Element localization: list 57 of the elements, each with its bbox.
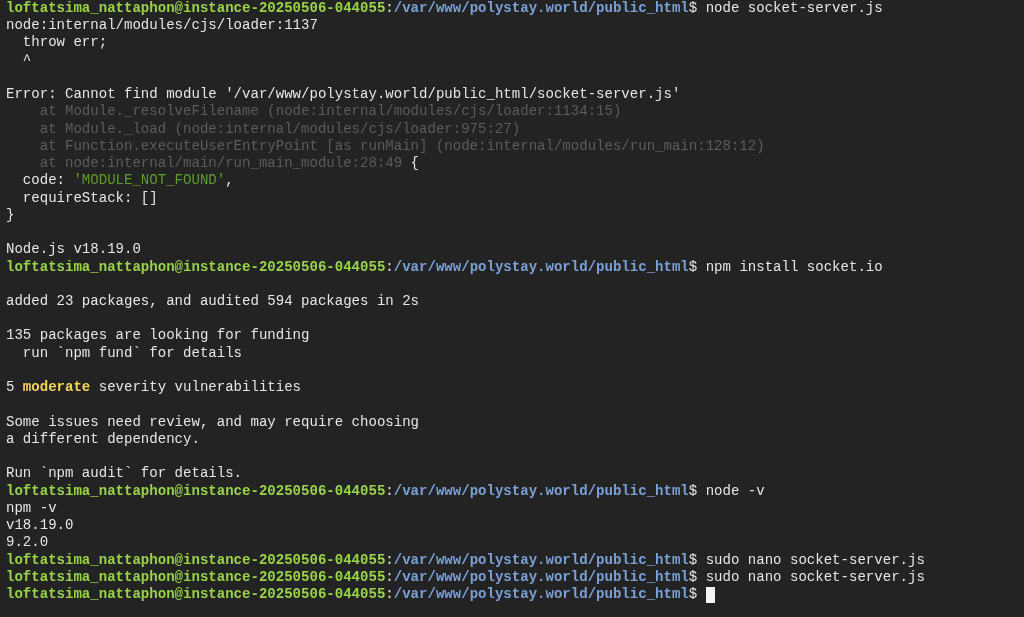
prompt-separator: :: [385, 258, 394, 276]
output-text: v18.19.0: [6, 517, 74, 535]
prompt-symbol: $: [688, 568, 698, 586]
output-text: run `npm fund` for details: [21, 344, 243, 362]
prompt-user: loftatsima_nattaphon@instance-20250506-044055: [6, 258, 386, 276]
output-text: }: [6, 206, 15, 225]
output-text: Error: Cannot find module '/var/www/polystay.world/public_html/socket-server.js': [6, 86, 681, 104]
prompt-symbol: $: [688, 551, 698, 569]
prompt-separator: :: [385, 585, 394, 604]
command-text: sudo nano socket-server.js: [704, 568, 925, 586]
prompt-path: /var/www/polystay.world/public_html: [393, 258, 689, 276]
prompt-path: /var/www/polystay.world/public_html: [393, 482, 689, 500]
prompt-path: /var/www/polystay.world/public_html: [393, 585, 689, 604]
output-text: throw err;: [21, 34, 108, 52]
prompt-symbol: $: [688, 0, 698, 18]
output-text: 135 packages are looking for funding: [6, 327, 310, 345]
stack-trace-text: at Module._load (node:internal/modules/cjs/loader:975:27): [38, 120, 521, 138]
output-text: 5: [6, 379, 16, 397]
prompt-symbol: $: [688, 482, 698, 500]
output-text: code:: [21, 172, 66, 190]
output-text: Run `npm audit` for details.: [6, 465, 243, 483]
text-cursor: [705, 586, 715, 603]
prompt-symbol: $: [688, 258, 698, 276]
stack-trace-text: at Function.executeUserEntryPoint [as runMain] (node:internal/modules/run_main:128:12): [38, 137, 765, 156]
output-text: a different dependency.: [6, 430, 200, 449]
output-text: node:internal/modules/cjs/loader:1137: [6, 17, 318, 35]
command-text: node socket-server.js: [704, 0, 883, 18]
output-text: Some issues need review, and may require choosing: [6, 413, 420, 431]
prompt-path: /var/www/polystay.world/public_html: [393, 568, 689, 586]
command-text: node -v: [704, 482, 765, 500]
output-text: ,: [225, 172, 234, 190]
output-text: ^: [21, 51, 32, 69]
string-literal: 'MODULE_NOT_FOUND': [73, 172, 226, 190]
output-text: added 23 packages, and audited 594 packages in 2s: [6, 293, 420, 311]
output-text: npm -v: [6, 499, 57, 518]
stack-trace-text: at Module._resolveFilename (node:internal/modules/cjs/loader:1134:15): [38, 103, 622, 121]
prompt-user: loftatsima_nattaphon@instance-20250506-044055: [6, 482, 386, 500]
prompt-separator: :: [385, 568, 394, 586]
output-text: Node.js v18.19.0: [6, 241, 141, 259]
command-text: npm install socket.io: [704, 258, 883, 276]
prompt-separator: :: [385, 0, 394, 18]
prompt-user: loftatsima_nattaphon@instance-20250506-044055: [6, 551, 386, 569]
prompt-separator: :: [385, 482, 394, 500]
prompt-path: /var/www/polystay.world/public_html: [393, 0, 689, 18]
output-text: 9.2.0: [6, 534, 49, 552]
stack-trace-text: at node:internal/main/run_main_module:28:49: [38, 155, 403, 173]
prompt-user: loftatsima_nattaphon@instance-20250506-044055: [6, 568, 386, 586]
output-text: requireStack: []: [21, 189, 158, 207]
prompt-symbol: $: [688, 585, 698, 604]
prompt-path: /var/www/polystay.world/public_html: [393, 551, 689, 569]
prompt-separator: :: [385, 551, 394, 569]
output-text: severity vulnerabilities: [97, 379, 302, 397]
prompt-user: loftatsima_nattaphon@instance-20250506-044055: [6, 0, 386, 18]
output-text: {: [409, 155, 420, 173]
prompt-user: loftatsima_nattaphon@instance-20250506-044055: [6, 585, 386, 604]
warning-word: moderate: [22, 379, 91, 397]
command-text: sudo nano socket-server.js: [704, 551, 925, 569]
